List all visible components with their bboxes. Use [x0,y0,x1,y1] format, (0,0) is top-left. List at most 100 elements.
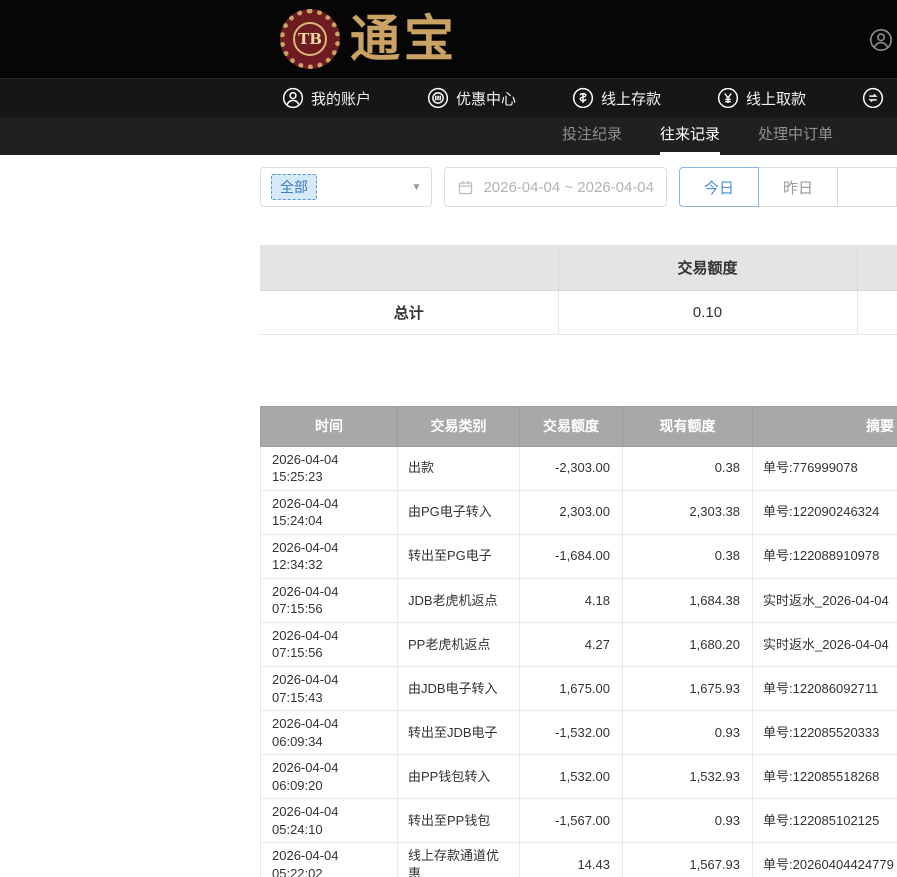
nav-item-label: 线上存款 [601,88,661,109]
column-header: 交易类别 [398,406,520,446]
summary-total-label: 总计 [260,290,558,334]
nav-item-label: 我的账户 [311,88,371,109]
table-cell: 实时返水_2026-04-04 [753,578,897,622]
nav-item-label: 优惠中心 [456,88,516,109]
summary-header-empty [260,245,558,290]
main-nav: 我的账户 优惠中心 线上存款 线上取款 [0,78,897,117]
table-cell: 2026-04-04 05:24:10 [261,799,398,843]
column-header: 时间 [261,406,398,446]
table-cell: 转出至JDB电子 [398,711,520,755]
table-cell: 0.93 [623,799,753,843]
table-cell: 由PG电子转入 [398,490,520,534]
table-cell: 2026-04-04 07:15:56 [261,578,398,622]
top-bar: TB 通宝 [0,0,897,78]
table-cell: 1,567.93 [623,843,753,877]
coin-grid-icon [427,87,449,109]
table-row: 2026-04-04 07:15:56PP老虎机返点4.271,680.20实时… [261,622,897,666]
table-cell: 1,532.00 [520,755,623,799]
table-cell: 单号:122085102125 [753,799,897,843]
yesterday-button[interactable]: 昨日 [758,167,838,207]
column-header: 交易额度 [520,406,623,446]
tab-betting-records[interactable]: 投注纪录 [562,117,622,155]
table-row: 2026-04-04 15:25:23出款-2,303.000.38单号:776… [261,446,897,490]
table-cell: 2026-04-04 07:15:43 [261,666,398,710]
table-cell: 2026-04-04 15:24:04 [261,490,398,534]
table-row: 2026-04-04 07:15:56JDB老虎机返点4.181,684.38实… [261,578,897,622]
deposit-coin-icon [572,87,594,109]
type-select-value: 全部 [271,174,317,200]
withdraw-coin-icon [717,87,739,109]
casino-chip-icon: TB [280,9,340,69]
table-cell: 1,675.93 [623,666,753,710]
table-cell: -1,567.00 [520,799,623,843]
table-row: 2026-04-04 06:09:20由PP钱包转入1,532.001,532.… [261,755,897,799]
table-cell: -1,532.00 [520,711,623,755]
nav-item-withdraw[interactable]: 线上取款 [717,87,806,109]
table-cell: 单号:122086092711 [753,666,897,710]
table-cell: 2026-04-04 12:34:32 [261,534,398,578]
nav-item-my-account[interactable]: 我的账户 [282,87,371,109]
table-cell: 线上存款通道优惠 [398,843,520,877]
chevron-down-icon: ▼ [412,182,422,193]
table-row: 2026-04-04 05:22:02线上存款通道优惠14.431,567.93… [261,843,897,877]
table-header-row: 时间交易类别交易额度现有额度摘要 [261,406,897,446]
table-cell: 2026-04-04 05:22:02 [261,843,398,877]
table-cell: 4.27 [520,622,623,666]
user-icon [282,87,304,109]
content-area: 全部 ▼ 2026-04-04 ~ 2026-04-04 今日 昨日 交易额度 … [0,167,897,877]
account-avatar-icon[interactable] [869,28,893,52]
nav-item-deposit[interactable]: 线上存款 [572,87,661,109]
table-cell: 实时返水_2026-04-04 [753,622,897,666]
table-cell: 转出至PP钱包 [398,799,520,843]
table-cell: 单号:122088910978 [753,534,897,578]
nav-item-transfer[interactable] [862,87,891,109]
table-row: 2026-04-04 15:24:04由PG电子转入2,303.002,303.… [261,490,897,534]
table-cell: 1,675.00 [520,666,623,710]
table-cell: 由PP钱包转入 [398,755,520,799]
quick-date-buttons: 今日 昨日 [679,167,897,207]
table-cell: 单号:122090246324 [753,490,897,534]
table-cell: 4.18 [520,578,623,622]
date-range-input[interactable]: 2026-04-04 ~ 2026-04-04 [444,167,667,207]
type-select[interactable]: 全部 ▼ [260,167,432,207]
summary-header-row: 交易额度 [260,245,897,290]
table-cell: 转出至PG电子 [398,534,520,578]
quick-date-button-clipped[interactable] [837,167,897,207]
table-cell: 2,303.00 [520,490,623,534]
table-cell: 0.38 [623,446,753,490]
records-tab-bar: 投注纪录 往来记录 处理中订单 [0,117,897,155]
table-cell: 2,303.38 [623,490,753,534]
table-row: 2026-04-04 05:24:10转出至PP钱包-1,567.000.93单… [261,799,897,843]
table-cell: 单号:122085518268 [753,755,897,799]
table-body: 2026-04-04 15:25:23出款-2,303.000.38单号:776… [261,446,897,877]
table-cell: 单号:122085520333 [753,711,897,755]
tab-processing-orders[interactable]: 处理中订单 [758,117,833,155]
table-cell: 单号:20260404424779 [753,843,897,877]
summary-total-value: 0.10 [558,290,857,334]
table-cell: 出款 [398,446,520,490]
brand-logo: TB 通宝 [280,8,458,70]
nav-item-promotions[interactable]: 优惠中心 [427,87,516,109]
tab-transaction-records[interactable]: 往来记录 [660,117,720,155]
table-cell: -2,303.00 [520,446,623,490]
date-range-value: 2026-04-04 ~ 2026-04-04 [483,179,654,196]
summary-header-amount: 交易额度 [558,245,857,290]
table-cell: JDB老虎机返点 [398,578,520,622]
summary-header-clipped [857,245,897,290]
transactions-table: 时间交易类别交易额度现有额度摘要 2026-04-04 15:25:23出款-2… [260,406,897,877]
today-button[interactable]: 今日 [679,167,759,207]
filter-row: 全部 ▼ 2026-04-04 ~ 2026-04-04 今日 昨日 [260,167,897,207]
summary-table: 交易额度 总计 0.10 [260,245,897,335]
table-cell: 1,532.93 [623,755,753,799]
table-cell: 1,680.20 [623,622,753,666]
summary-total-row: 总计 0.10 [260,290,897,334]
nav-item-label: 线上取款 [746,88,806,109]
column-header: 摘要 [753,406,897,446]
calendar-icon [457,179,474,196]
table-cell: 2026-04-04 06:09:20 [261,755,398,799]
table-cell: 0.38 [623,534,753,578]
transfer-arrows-icon [862,87,884,109]
chip-tb-text: TB [293,22,327,56]
table-cell: 0.93 [623,711,753,755]
table-row: 2026-04-04 06:09:34转出至JDB电子-1,532.000.93… [261,711,897,755]
